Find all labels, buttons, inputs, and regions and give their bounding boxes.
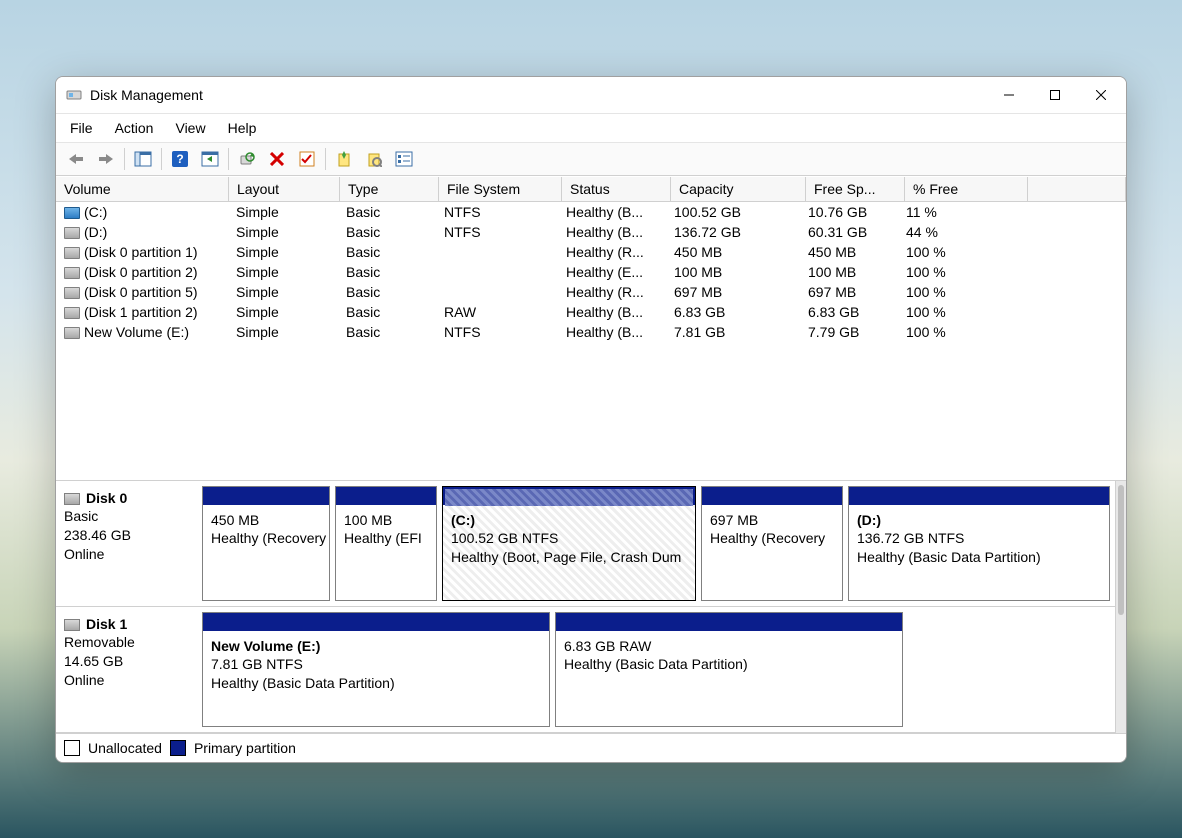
volume-row[interactable]: (Disk 0 partition 2)SimpleBasicHealthy (… [56,262,1126,282]
menu-file[interactable]: File [68,118,95,138]
menu-view[interactable]: View [173,118,207,138]
drive-icon [64,307,80,319]
disk-row: Disk 0Basic238.46 GBOnline450 MBHealthy … [56,481,1115,607]
drive-icon [64,247,80,259]
partition-stripe [203,613,549,631]
menubar: File Action View Help [56,114,1126,143]
col-volume[interactable]: Volume [56,177,229,201]
col-pctfree[interactable]: % Free [905,177,1028,201]
partition-container: 450 MBHealthy (Recovery100 MBHealthy (EF… [202,481,1115,606]
checklist-icon[interactable] [293,145,321,173]
drive-icon [64,327,80,339]
back-icon[interactable] [62,145,90,173]
toolbar-separator [161,148,162,170]
partition-block[interactable]: 697 MBHealthy (Recovery [701,486,843,601]
partition-body: (C:)100.52 GB NTFSHealthy (Boot, Page Fi… [443,505,695,600]
partition-body: 6.83 GB RAWHealthy (Basic Data Partition… [556,631,902,726]
partition-stripe [336,487,436,505]
volume-row[interactable]: (C:)SimpleBasicNTFSHealthy (B...100.52 G… [56,202,1126,222]
partition-block[interactable]: 6.83 GB RAWHealthy (Basic Data Partition… [555,612,903,727]
partition-block[interactable]: 100 MBHealthy (EFI [335,486,437,601]
legend-primary-label: Primary partition [194,740,296,756]
disk-graphical-view: Disk 0Basic238.46 GBOnline450 MBHealthy … [56,480,1126,733]
partition-stripe [556,613,902,631]
minimize-button[interactable] [986,79,1032,111]
properties-icon[interactable] [196,145,224,173]
partition-stripe [443,487,695,505]
disk-info[interactable]: Disk 0Basic238.46 GBOnline [56,481,202,606]
scrollbar-thumb[interactable] [1118,485,1124,615]
disk-row: Disk 1Removable14.65 GBOnlineNew Volume … [56,607,1115,733]
volume-list: Volume Layout Type File System Status Ca… [56,176,1126,480]
partition-block[interactable]: New Volume (E:)7.81 GB NTFSHealthy (Basi… [202,612,550,727]
volume-list-header: Volume Layout Type File System Status Ca… [56,176,1126,202]
col-capacity[interactable]: Capacity [671,177,806,201]
new-icon[interactable] [330,145,358,173]
legend-unallocated-label: Unallocated [88,740,162,756]
toolbar-separator [228,148,229,170]
partition-block[interactable]: (D:)136.72 GB NTFSHealthy (Basic Data Pa… [848,486,1110,601]
col-type[interactable]: Type [340,177,439,201]
partition-body: (D:)136.72 GB NTFSHealthy (Basic Data Pa… [849,505,1109,600]
legend: Unallocated Primary partition [56,733,1126,762]
delete-icon[interactable] [263,145,291,173]
partition-stripe [702,487,842,505]
partition-block[interactable]: 450 MBHealthy (Recovery [202,486,330,601]
partition-body: 450 MBHealthy (Recovery [203,505,329,600]
col-layout[interactable]: Layout [229,177,340,201]
volume-row[interactable]: (Disk 0 partition 5)SimpleBasicHealthy (… [56,282,1126,302]
drive-icon [64,207,80,219]
col-freespace[interactable]: Free Sp... [806,177,905,201]
volume-row[interactable]: (Disk 1 partition 2)SimpleBasicRAWHealth… [56,302,1126,322]
partition-body: 697 MBHealthy (Recovery [702,505,842,600]
maximize-button[interactable] [1032,79,1078,111]
col-status[interactable]: Status [562,177,671,201]
toolbar-separator [124,148,125,170]
titlebar[interactable]: Disk Management [56,77,1126,114]
drive-icon [64,267,80,279]
volume-list-body[interactable]: (C:)SimpleBasicNTFSHealthy (B...100.52 G… [56,202,1126,480]
close-button[interactable] [1078,79,1124,111]
forward-icon[interactable] [92,145,120,173]
show-hide-tree-icon[interactable] [129,145,157,173]
partition-body: New Volume (E:)7.81 GB NTFSHealthy (Basi… [203,631,549,726]
disk-icon [64,619,80,631]
partition-stripe [203,487,329,505]
volume-row[interactable]: (Disk 0 partition 1)SimpleBasicHealthy (… [56,242,1126,262]
partition-block[interactable]: (C:)100.52 GB NTFSHealthy (Boot, Page Fi… [442,486,696,601]
disk-management-window: Disk Management File Action View Help ? [55,76,1127,763]
menu-help[interactable]: Help [226,118,259,138]
col-spacer [1028,177,1126,201]
menu-action[interactable]: Action [113,118,156,138]
drive-icon [64,287,80,299]
col-filesystem[interactable]: File System [439,177,562,201]
window-title: Disk Management [90,87,986,103]
svg-text:?: ? [176,152,183,166]
toolbar: ? [56,143,1126,176]
partition-stripe [849,487,1109,505]
disk-info[interactable]: Disk 1Removable14.65 GBOnline [56,607,202,732]
legend-swatch-primary [170,740,186,756]
settings-icon[interactable] [360,145,388,173]
help-icon[interactable]: ? [166,145,194,173]
disk-icon [64,493,80,505]
graphical-scrollbar[interactable] [1115,481,1126,733]
volume-row[interactable]: New Volume (E:)SimpleBasicNTFSHealthy (B… [56,322,1126,342]
partition-container: New Volume (E:)7.81 GB NTFSHealthy (Basi… [202,607,1115,732]
toolbar-separator [325,148,326,170]
volume-row[interactable]: (D:)SimpleBasicNTFSHealthy (B...136.72 G… [56,222,1126,242]
refresh-icon[interactable] [233,145,261,173]
partition-body: 100 MBHealthy (EFI [336,505,436,600]
drive-icon [64,227,80,239]
options-icon[interactable] [390,145,418,173]
legend-swatch-unallocated [64,740,80,756]
app-icon [66,87,82,103]
